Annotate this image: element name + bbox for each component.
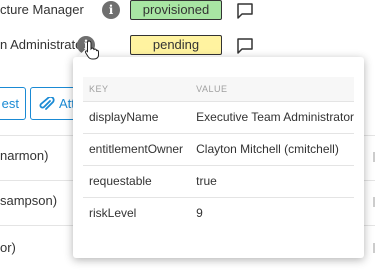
role-name-label: cture Manager	[0, 2, 84, 17]
table-row: requestable true	[83, 165, 354, 198]
table-row: displayName Executive Team Administrator	[83, 101, 354, 134]
comment-icon[interactable]	[236, 37, 254, 55]
detail-value: Clayton Mitchell (cmitchell)	[190, 133, 354, 166]
list-item: or)	[0, 240, 16, 255]
column-header-key: KEY	[83, 77, 191, 102]
detail-key: riskLevel	[89, 206, 137, 221]
details-table: KEY VALUE displayName Executive Team Adm…	[83, 77, 354, 229]
status-badge-provisioned: provisioned	[130, 0, 222, 20]
detail-value: 9	[196, 206, 203, 221]
comment-icon[interactable]	[236, 2, 254, 20]
table-row: entitlementOwner Clayton Mitchell (cmitc…	[83, 133, 354, 166]
column-header-value: VALUE	[190, 77, 354, 102]
info-icon[interactable]: i	[102, 1, 120, 19]
detail-value: Executive Team Administrator	[190, 101, 354, 134]
request-button[interactable]: est	[0, 87, 26, 120]
table-row: riskLevel 9	[83, 197, 354, 229]
detail-key: entitlementOwner	[83, 133, 191, 166]
detail-value: true	[190, 165, 354, 198]
list-item: narmon)	[0, 148, 49, 163]
status-badge-pending: pending	[130, 35, 222, 55]
list-item: sampson)	[0, 193, 58, 208]
detail-key: displayName	[83, 101, 191, 134]
hand-pointer-icon	[84, 40, 99, 60]
entitlement-details-popover: KEY VALUE displayName Executive Team Adm…	[73, 57, 364, 258]
detail-key: requestable	[83, 165, 191, 198]
paperclip-icon	[39, 97, 55, 110]
role-name-label: n Administrator	[0, 37, 87, 52]
